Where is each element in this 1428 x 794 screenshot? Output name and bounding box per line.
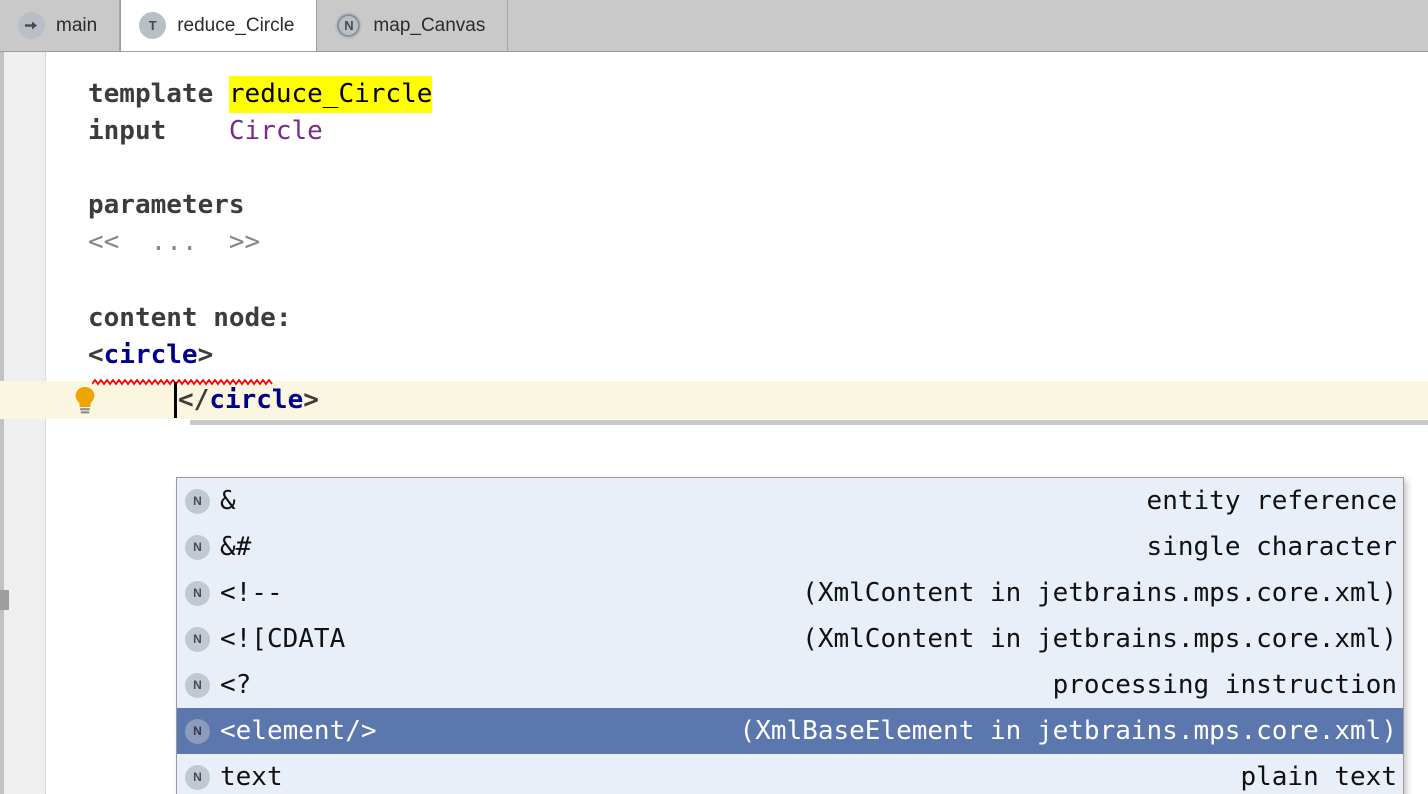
completion-item-description: entity reference <box>1146 486 1397 516</box>
keyword-parameters: parameters <box>88 190 245 220</box>
completion-item-label: & <box>220 486 236 516</box>
completion-item[interactable]: N &# single character <box>177 524 1403 570</box>
template-node-icon-glyph: T <box>148 18 157 33</box>
code-line-parameters: parameters <box>88 187 245 224</box>
template-node-icon: T <box>139 12 167 39</box>
keyword-content-node: content node: <box>88 303 292 333</box>
completion-item-description: single character <box>1146 532 1397 562</box>
completion-item[interactable]: N <![CDATA (XmlContent in jetbrains.mps.… <box>177 616 1403 662</box>
completion-item-label: <element/> <box>220 716 377 746</box>
node-icon: N <box>185 488 210 514</box>
left-splitter-handle[interactable] <box>0 590 9 610</box>
code-completion-popup[interactable]: N & entity reference N &# single charact… <box>176 477 1404 794</box>
mapping-node-icon-glyph: N <box>344 18 354 33</box>
close-tag-name[interactable]: circle <box>209 382 303 419</box>
code-line-circle-open[interactable]: < circle > <box>88 337 213 374</box>
node-icon: N <box>185 534 210 560</box>
tab-map-canvas[interactable]: N map_Canvas <box>317 0 509 51</box>
code-line-input: input Circle <box>88 113 323 150</box>
input-concept-value[interactable]: Circle <box>229 113 323 150</box>
tab-reduce-circle-label: reduce_Circle <box>177 15 295 36</box>
completion-item-selected[interactable]: N <element/> (XmlBaseElement in jetbrain… <box>177 708 1403 754</box>
keyword-template: template <box>88 79 214 109</box>
completion-item[interactable]: N text plain text <box>177 754 1403 794</box>
keyword-input: input <box>88 116 167 146</box>
completion-item-description: (XmlContent in jetbrains.mps.core.xml) <box>802 578 1397 608</box>
code-line-parameters-placeholder[interactable]: << ... >> <box>88 224 260 261</box>
gutter-edge-strip <box>0 52 4 794</box>
close-tag-gt: > <box>303 385 319 415</box>
completion-item-label: <!-- <box>220 578 283 608</box>
completion-item[interactable]: N & entity reference <box>177 478 1403 524</box>
open-tag-name[interactable]: circle <box>104 337 198 374</box>
completion-item-label: <![CDATA <box>220 624 346 654</box>
close-tag-lt: </ <box>178 385 210 415</box>
completion-item-description: (XmlContent in jetbrains.mps.core.xml) <box>802 624 1397 654</box>
open-tag-gt: > <box>197 340 214 370</box>
code-line-content-node: content node: <box>88 300 292 337</box>
code-line-circle-close[interactable]: </circle > <box>178 382 319 419</box>
tab-reduce-circle[interactable]: T reduce_Circle <box>120 0 318 51</box>
completion-item-description: plain text <box>1240 762 1397 792</box>
completion-item[interactable]: N <!-- (XmlContent in jetbrains.mps.core… <box>177 570 1403 616</box>
node-icon: N <box>185 580 210 606</box>
completion-item-label: &# <box>220 532 252 562</box>
code-editor[interactable]: template reduce_Circle input Circle para… <box>0 52 1428 794</box>
completion-item-label: text <box>220 762 283 792</box>
mapping-node-icon: N <box>335 12 363 39</box>
editor-gutter <box>0 52 46 794</box>
tab-main[interactable]: main <box>0 0 121 51</box>
parameters-placeholder: << ... >> <box>88 227 261 257</box>
tab-main-label: main <box>56 15 98 36</box>
template-name-highlight[interactable]: reduce_Circle <box>228 76 433 113</box>
node-icon: N <box>185 672 210 698</box>
tab-map-canvas-label: map_Canvas <box>373 15 486 36</box>
open-tag-lt: < <box>88 340 104 370</box>
node-icon: N <box>185 626 210 652</box>
completion-item-description: (XmlBaseElement in jetbrains.mps.core.xm… <box>739 716 1397 746</box>
completion-item-label: <? <box>220 670 252 700</box>
completion-item[interactable]: N <? processing instruction <box>177 662 1403 708</box>
node-icon: N <box>185 764 210 790</box>
editor-tab-bar: main T reduce_Circle N map_Canvas <box>0 0 1428 52</box>
node-icon: N <box>185 718 210 744</box>
completion-item-description: processing instruction <box>1052 670 1397 700</box>
arrow-right-circle-icon <box>18 12 45 39</box>
code-line-template: template reduce_Circle <box>88 76 433 113</box>
